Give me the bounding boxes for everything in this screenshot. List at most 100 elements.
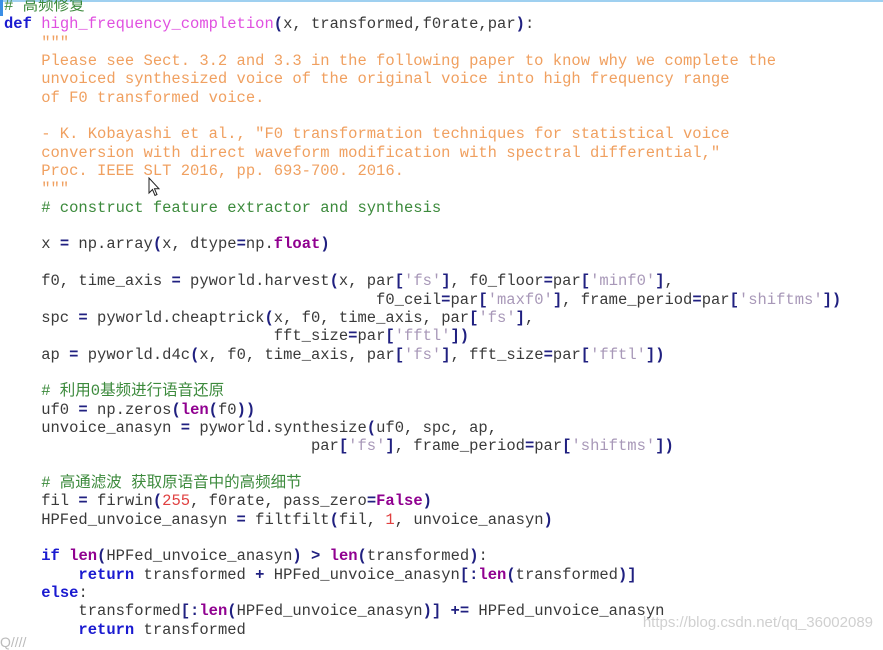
code-line[interactable]: fft_size=par['fftl'])	[4, 327, 841, 345]
code-token: # 高通滤波 获取原语音中的高频细节	[4, 473, 302, 492]
code-line[interactable]: """	[4, 180, 841, 198]
code-token: , f0rate, pass_zero	[190, 492, 367, 511]
code-line[interactable]: conversion with direct waveform modifica…	[4, 144, 841, 162]
code-token: np.	[245, 235, 274, 254]
code-token: - K. Kobayashi et al., "F0 transformatio…	[4, 125, 730, 144]
code-line[interactable]: f0, time_axis = pyworld.harvest(x, par['…	[4, 272, 841, 290]
code-token: pyworld.d4c	[78, 345, 191, 364]
code-token: =	[78, 308, 88, 327]
code-line[interactable]: HPFed_unvoice_anasyn = filtfilt(fil, 1, …	[4, 511, 841, 529]
code-line[interactable]	[4, 107, 841, 125]
code-token: ])	[645, 345, 665, 364]
code-token: )	[543, 510, 553, 529]
code-token: of F0 transformed voice.	[4, 88, 265, 107]
code-token: (	[97, 547, 107, 566]
code-token: :	[524, 15, 535, 34]
code-line[interactable]: spc = pyworld.cheaptrick(x, f0, time_axi…	[4, 309, 841, 327]
code-token: , unvoice_anasyn	[394, 510, 544, 529]
code-token: [	[394, 345, 405, 364]
code-line[interactable]: # construct feature extractor and synthe…	[4, 199, 841, 217]
code-line[interactable]: # 高频修复	[4, 0, 841, 15]
code-token: fil,	[338, 510, 386, 529]
code-token: )	[422, 492, 432, 511]
code-token: unvoice_anasyn	[4, 418, 181, 437]
code-line[interactable]: def high_frequency_completion(x, transfo…	[4, 15, 841, 33]
code-line[interactable]: else:	[4, 584, 841, 602]
code-token: uf0, spc, ap,	[376, 418, 498, 437]
code-line[interactable]	[4, 529, 841, 547]
code-token: =	[543, 345, 553, 364]
code-line[interactable]: ap = pyworld.d4c(x, f0, time_axis, par['…	[4, 346, 841, 364]
code-line[interactable]: unvoice_anasyn = pyworld.synthesize(uf0,…	[4, 419, 841, 437]
code-line[interactable]: """	[4, 34, 841, 52]
code-token: len	[478, 565, 507, 584]
code-token: x, par	[338, 272, 395, 291]
code-token: :	[478, 547, 488, 566]
code-token: ]	[655, 272, 665, 291]
code-token: >	[311, 547, 321, 566]
code-token: ])	[822, 290, 842, 309]
code-token: ]	[552, 290, 563, 309]
code-token: HPFed_unvoice_anasyn	[236, 602, 423, 621]
code-token: par	[450, 290, 479, 309]
code-token: +=	[450, 602, 470, 621]
code-line[interactable]: par['fs'], frame_period=par['shiftms'])	[4, 437, 841, 455]
code-token: firwin	[87, 492, 153, 511]
code-token: ,	[524, 308, 535, 327]
code-token: """	[4, 180, 70, 199]
code-token: x, transformed,f0rate,par	[283, 15, 516, 34]
code-token: =	[692, 290, 702, 309]
code-editor[interactable]: # 高频修复 def high_frequency_completion(x, t…	[4, 0, 841, 639]
code-token: transformed	[366, 547, 470, 566]
code-token: HPFed_unvoice_anasyn	[264, 565, 460, 584]
code-token: 'minf0'	[590, 272, 656, 291]
code-line[interactable]: if len(HPFed_unvoice_anasyn) > len(trans…	[4, 547, 841, 565]
code-token: 'fs'	[478, 308, 516, 327]
code-line[interactable]: x = np.array(x, dtype=np.float)	[4, 235, 841, 253]
code-token: , fft_size	[450, 345, 544, 364]
code-line[interactable]: of F0 transformed voice.	[4, 89, 841, 107]
code-token: ]	[385, 437, 395, 456]
code-token: par	[552, 345, 581, 364]
code-line[interactable]: # 高通滤波 获取原语音中的高频细节	[4, 474, 841, 492]
code-line[interactable]: Please see Sect. 3.2 and 3.3 in the foll…	[4, 52, 841, 70]
code-token: =	[524, 437, 535, 456]
code-token: f0_ceil	[4, 290, 442, 309]
code-line[interactable]: # 利用0基频进行语音还原	[4, 382, 841, 400]
code-line[interactable]	[4, 217, 841, 235]
code-line[interactable]: fil = firwin(255, f0rate, pass_zero=Fals…	[4, 492, 841, 510]
code-token: float	[273, 235, 321, 254]
code-token: par	[357, 327, 386, 346]
code-line[interactable]: return transformed + HPFed_unvoice_anasy…	[4, 566, 841, 584]
code-token: return	[78, 565, 135, 584]
code-token: # 利用0基频进行语音还原	[4, 382, 225, 401]
code-token: ]	[441, 345, 451, 364]
code-token: (	[506, 565, 516, 584]
code-token: =	[59, 235, 70, 254]
code-token: ))	[236, 400, 256, 419]
code-token: # 高频修复	[4, 0, 85, 15]
code-token: )	[320, 235, 330, 254]
code-token: ])	[450, 327, 470, 346]
code-token: (	[190, 345, 200, 364]
code-line[interactable]: - K. Kobayashi et al., "F0 transformatio…	[4, 125, 841, 143]
code-line[interactable]: unvoiced synthesized voice of the origin…	[4, 70, 841, 88]
code-line[interactable]: Proc. IEEE SLT 2016, pp. 693-700. 2016.	[4, 162, 841, 180]
code-line[interactable]	[4, 456, 841, 474]
code-token: x, f0, time_axis, par	[199, 345, 395, 364]
code-token: ]	[515, 308, 525, 327]
code-line[interactable]: f0_ceil=par['maxf0'], frame_period=par['…	[4, 291, 841, 309]
code-line[interactable]: uf0 = np.zeros(len(f0))	[4, 401, 841, 419]
code-token: [:	[180, 602, 200, 621]
code-line[interactable]	[4, 254, 841, 272]
watermark: https://blog.csdn.net/qq_36002089	[642, 614, 873, 631]
code-token: HPFed_unvoice_anasyn	[469, 602, 665, 621]
code-token: =	[180, 418, 191, 437]
code-token: (	[208, 400, 218, 419]
code-line[interactable]	[4, 364, 841, 382]
